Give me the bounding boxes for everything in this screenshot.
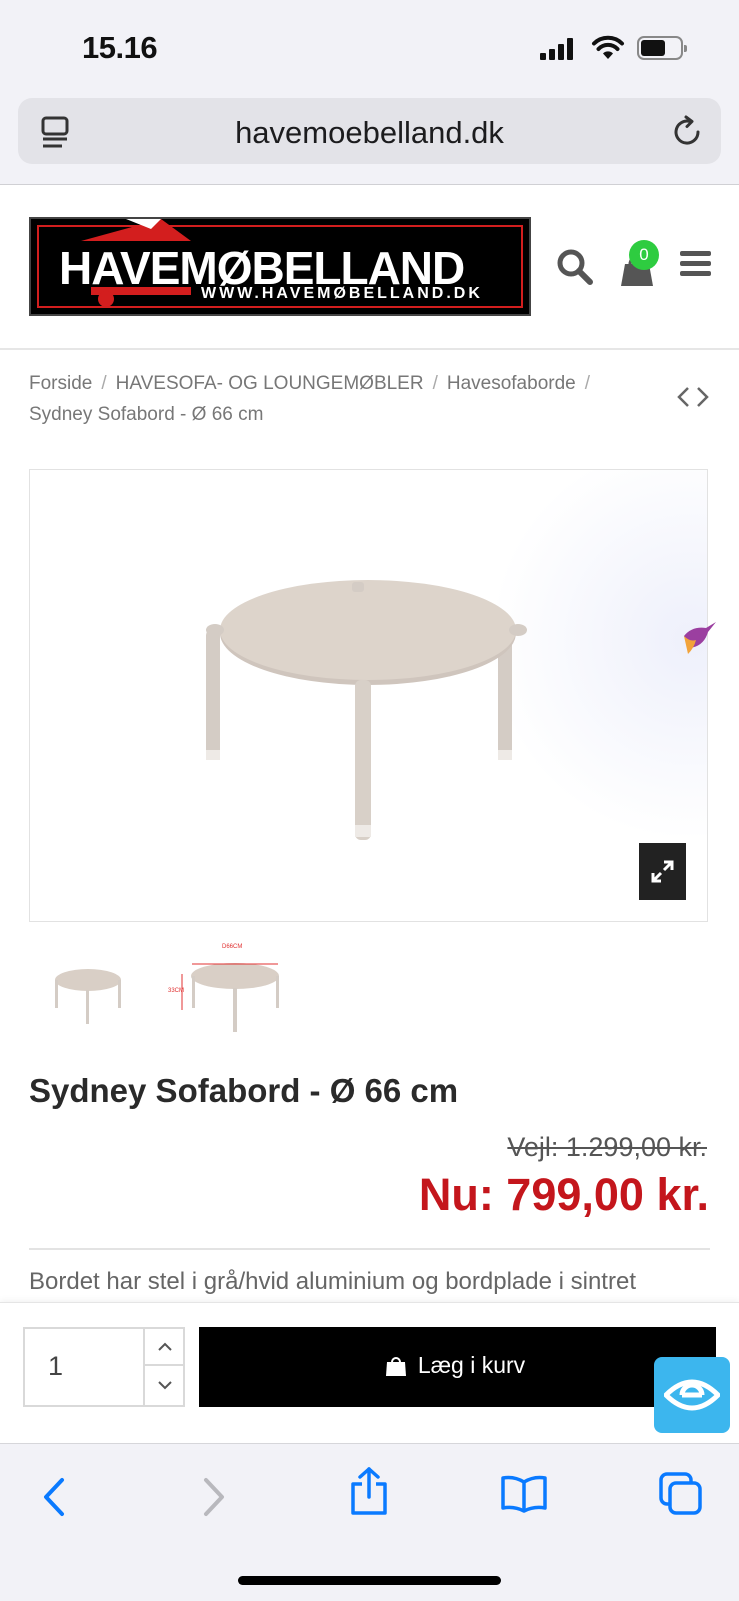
browser-address-area: havemoebelland.dk [0, 92, 739, 185]
accessibility-button[interactable] [654, 1357, 730, 1433]
thumbnail-dim-height: 33CM [168, 988, 185, 994]
breadcrumb-item-category[interactable]: HAVESOFA- OG LOUNGEMØBLER [116, 373, 424, 394]
product-image-frame[interactable] [29, 469, 716, 922]
quantity-step-controls [143, 1329, 185, 1405]
quantity-stepper[interactable]: 1 [23, 1327, 185, 1407]
breadcrumb: Forside / HAVESOFA- OG LOUNGEMØBLER / Haveso… [29, 373, 591, 425]
breadcrumb-item-subcategory[interactable]: Havesofaborde [447, 373, 576, 394]
thumbnail-image-1 [55, 969, 121, 1024]
logo-url: WWW.HAVEMØBELLAND.DK [201, 285, 483, 302]
battery-icon [637, 36, 687, 60]
chevron-down-icon [158, 1381, 172, 1390]
thumbnail-image-2 [181, 963, 279, 1032]
home-indicator [238, 1576, 501, 1585]
add-to-cart-bar: 1 Læg i kurv [0, 1302, 739, 1444]
product-description: Bordet har stel i grå/hvid aluminium og … [29, 1268, 636, 1295]
address-bar[interactable]: havemoebelland.dk [18, 98, 721, 164]
add-to-cart-button[interactable]: Læg i kurv [199, 1327, 716, 1407]
chevron-up-icon [158, 1342, 172, 1351]
product-title: Sydney Sofabord - Ø 66 cm [29, 1072, 459, 1109]
quantity-decrease-button[interactable] [145, 1366, 185, 1405]
cellular-signal-icon [540, 38, 574, 60]
forward-icon[interactable] [200, 1476, 228, 1518]
thumbnail-1[interactable] [40, 950, 140, 1030]
cart-button[interactable]: 0 [615, 240, 667, 286]
next-product-icon[interactable] [695, 385, 711, 409]
tabs-icon[interactable] [658, 1471, 704, 1517]
url-text: havemoebelland.dk [235, 115, 504, 150]
reload-icon[interactable] [670, 115, 704, 149]
search-icon[interactable] [556, 248, 594, 286]
breadcrumb-item-home[interactable]: Forside [29, 373, 92, 394]
wifi-icon [592, 35, 624, 59]
bookmarks-icon[interactable] [500, 1474, 548, 1514]
add-to-cart-label: Læg i kurv [417, 1352, 526, 1378]
thumbnail-dim-diameter: D66CM [222, 944, 243, 950]
status-bar: 15.16 [0, 0, 739, 92]
thumbnail-2[interactable]: D66CM 33CM [168, 944, 285, 1032]
price-divider [29, 1248, 710, 1250]
hummingbird-widget-icon[interactable] [682, 618, 716, 656]
header-divider [0, 348, 739, 350]
site-logo[interactable]: HAVEMØBELLAND WWW.HAVEMØBELLAND.DK [29, 217, 531, 316]
breadcrumb-item-current: Sydney Sofabord - Ø 66 cm [29, 404, 264, 425]
share-icon[interactable] [349, 1466, 389, 1516]
cart-count-badge: 0 [629, 240, 659, 270]
cart-count: 0 [639, 245, 649, 264]
quantity-increase-button[interactable] [145, 1329, 185, 1366]
prev-product-icon[interactable] [675, 385, 691, 409]
product-image [206, 470, 707, 840]
back-icon[interactable] [40, 1476, 68, 1518]
quantity-input[interactable]: 1 [48, 1351, 63, 1382]
status-time: 15.16 [82, 30, 158, 65]
menu-icon[interactable] [680, 249, 711, 279]
expand-icon [651, 860, 674, 883]
sale-price: Nu: 799,00 kr. [418, 1169, 709, 1220]
eye-icon [664, 1379, 720, 1411]
image-zoom-button[interactable] [639, 843, 686, 900]
original-price: Vejl: 1.299,00 kr. [507, 1132, 707, 1162]
